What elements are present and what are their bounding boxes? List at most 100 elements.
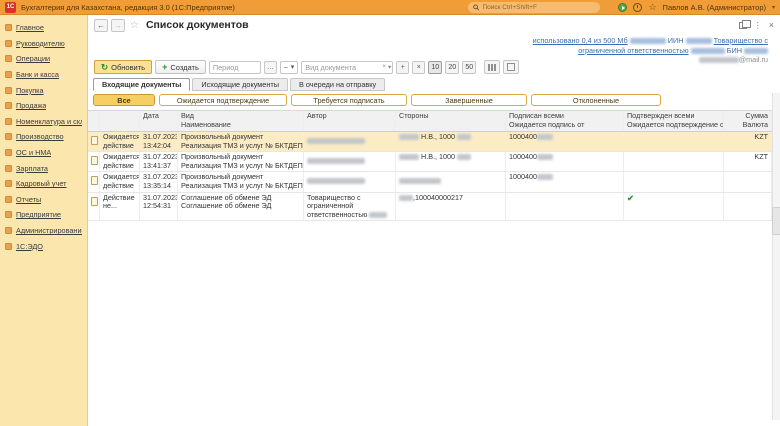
chevron-down-icon[interactable]: ▾ — [772, 4, 775, 11]
refresh-button[interactable]: ↻ Обновить — [94, 60, 152, 74]
header-sum[interactable]: Сумма Валюта — [724, 111, 772, 131]
filter-all[interactable]: Все — [93, 94, 155, 106]
chevron-down-icon[interactable]: ▾ — [388, 63, 391, 71]
header-date[interactable]: Дата — [140, 111, 178, 131]
sidebar-item-kadrovyi-uchet[interactable]: Кадровый учет — [5, 176, 82, 192]
filter-rejected[interactable]: Отклоненные — [531, 94, 661, 106]
cell-currency: KZT — [724, 132, 772, 151]
create-button[interactable]: + Создать — [155, 60, 206, 74]
redacted-text — [399, 178, 441, 184]
more-icon[interactable]: ⋮ — [754, 21, 762, 30]
current-user[interactable]: Павлов А.В. (Администратор) — [663, 3, 766, 12]
add-filter-button[interactable]: + — [396, 61, 409, 74]
cell-signed: 1000400 — [506, 132, 624, 151]
bin-label: БИН — [727, 46, 742, 55]
header-status — [100, 111, 140, 131]
cell-signed: 1000400 — [506, 152, 624, 171]
tab-send-queue[interactable]: В очереди на отправку — [290, 78, 385, 91]
fullscreen-button[interactable] — [503, 60, 519, 74]
cell-status: Действие не... — [100, 193, 140, 221]
open-in-window-icon[interactable] — [739, 22, 747, 29]
global-search[interactable] — [468, 2, 600, 13]
forward-button[interactable]: → — [111, 19, 125, 32]
sidebar-item-administrirovanie[interactable]: Администрирование — [5, 223, 82, 239]
period-preset-select[interactable]: – ▾ — [280, 61, 298, 74]
favorites-icon[interactable]: ☆ — [648, 3, 656, 12]
topbar-icons: ☆ Павлов А.В. (Администратор) ▾ — [618, 3, 775, 12]
doc-type-input[interactable] — [301, 61, 393, 74]
right-panel-strip — [772, 93, 780, 420]
header-confirmed[interactable]: Подтвержден всеми Ожидается подтверждени… — [624, 111, 724, 131]
filter-completed[interactable]: Завершенные — [411, 94, 527, 106]
redacted-text — [457, 134, 471, 140]
filter-needs-signature[interactable]: Требуется подписать — [291, 94, 407, 106]
columns-settings-button[interactable] — [484, 60, 500, 74]
table-row[interactable]: Ожидается действие 31.07.202313:35:14 Пр… — [88, 172, 772, 192]
quota-link[interactable]: использовано 0,4 из 500 Мб — [533, 36, 628, 45]
form-titlebar: ← → ☆ Список документов ⋮ × — [88, 15, 780, 35]
section-icon — [5, 133, 12, 140]
table-row[interactable]: Действие не... 31.07.202312:54:31 Соглаш… — [88, 193, 772, 222]
topbar: 1С Бухгалтерия для Казахстана, редакция … — [0, 0, 780, 15]
section-icon — [5, 227, 12, 234]
period-input[interactable] — [209, 61, 261, 74]
section-icon — [5, 55, 12, 62]
sidebar-item-glavnoe[interactable]: Главное — [5, 20, 82, 36]
sidebar-item-zarplata[interactable]: Зарплата — [5, 160, 82, 176]
table-row[interactable]: Ожидается действие 31.07.202313:41:37 Пр… — [88, 152, 772, 172]
cell-date: 31.07.202313:35:14 — [140, 172, 178, 191]
page-size-10[interactable]: 10 — [428, 61, 442, 74]
cell-author — [304, 132, 396, 151]
add-favorite-icon[interactable]: ☆ — [130, 20, 139, 31]
back-button[interactable]: ← — [94, 19, 108, 32]
organization-link[interactable]: Товарищество с — [714, 36, 768, 45]
header-signed[interactable]: Подписан всеми Ожидается подпись от — [506, 111, 624, 131]
header-author[interactable]: Автор — [304, 111, 396, 131]
cell-status: Ожидается действие — [100, 172, 140, 191]
tab-incoming[interactable]: Входящие документы — [93, 78, 190, 91]
sidebar-item-1c-edo[interactable]: 1С:ЭДО — [5, 238, 82, 254]
redacted-text — [399, 134, 419, 140]
sidebar-item-prodazha[interactable]: Продажа — [5, 98, 82, 114]
clear-icon[interactable]: × — [382, 63, 386, 71]
section-icon — [5, 211, 12, 218]
discussions-icon[interactable] — [618, 3, 627, 12]
email-line: @mail.ru — [533, 55, 768, 65]
period-more-button[interactable]: … — [264, 61, 277, 74]
history-icon[interactable] — [633, 3, 642, 12]
header-icon-col — [88, 111, 100, 131]
right-panel-toggle[interactable] — [772, 207, 780, 235]
sidebar-item-otchety[interactable]: Отчеты — [5, 192, 82, 208]
sidebar-item-nomenklatura[interactable]: Номенклатура и склад — [5, 114, 82, 130]
close-icon[interactable]: × — [769, 20, 774, 30]
sidebar-item-rukovoditelyu[interactable]: Руководителю — [5, 36, 82, 52]
sidebar-item-operacii[interactable]: Операции — [5, 51, 82, 67]
header-parties[interactable]: Стороны — [396, 111, 506, 131]
search-input[interactable] — [482, 4, 595, 11]
header-kind-name[interactable]: Вид Наименование — [178, 111, 304, 131]
sidebar-item-predpriyatie[interactable]: Предприятие — [5, 207, 82, 223]
document-icon — [91, 136, 98, 145]
sidebar-item-pokupka[interactable]: Покупка — [5, 82, 82, 98]
table-row[interactable]: Ожидается действие 31.07.202313:42:04 Пр… — [88, 132, 772, 152]
cell-signed: 1000400 — [506, 172, 624, 191]
sidebar-item-os-i-nma[interactable]: ОС и НМА — [5, 145, 82, 161]
section-icon — [5, 24, 12, 31]
form-window-controls: ⋮ × — [739, 20, 774, 30]
plus-icon: + — [162, 63, 167, 71]
app-title: Бухгалтерия для Казахстана, редакция 3.0… — [21, 3, 235, 12]
clear-filter-button[interactable]: × — [412, 61, 425, 74]
organization-line: ограниченной ответственностью БИН — [533, 46, 768, 56]
filter-awaiting-confirmation[interactable]: Ожидается подтверждение — [159, 94, 287, 106]
page-size-20[interactable]: 20 — [445, 61, 459, 74]
redacted-text — [686, 38, 712, 44]
organization-link[interactable]: ограниченной ответственностью — [578, 46, 688, 55]
table-header[interactable]: Дата Вид Наименование Автор Стороны Подп… — [88, 111, 772, 132]
tab-outgoing[interactable]: Исходящие документы — [192, 78, 288, 91]
redacted-text — [630, 38, 666, 44]
page-size-50[interactable]: 50 — [462, 61, 476, 74]
sidebar-item-bank-i-kassa[interactable]: Банк и касса — [5, 67, 82, 83]
section-icon — [5, 87, 12, 94]
cell-status: Ожидается действие — [100, 152, 140, 171]
sidebar-item-proizvodstvo[interactable]: Производство — [5, 129, 82, 145]
